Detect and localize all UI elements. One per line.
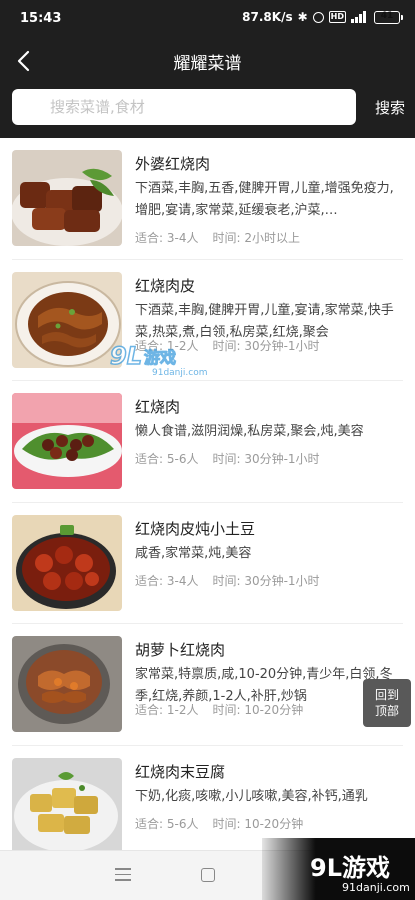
recipe-image [12,393,122,489]
recipe-tags: 下奶,化痰,咳嗽,小儿咳嗽,美容,补钙,通乳 [135,788,368,804]
watermark-corner-logo: 9L游戏 [310,854,390,882]
recipe-image [12,514,122,611]
menu-icon[interactable] [115,868,131,885]
status-bar: 15:43 87.8K/s ✱ HD 41 [0,0,415,38]
status-icons: 87.8K/s ✱ HD 41 [242,10,403,24]
recipe-name: 外婆红烧肉 [135,155,211,173]
recipe-meta: 适合: 5-6人 时间: 10-20分钟 [135,815,303,832]
search-input[interactable] [12,89,356,125]
recipe-name: 红烧肉皮 [135,276,196,295]
recipe-time: 时间: 10-20分钟 [212,816,304,831]
watermark-corner: 9L游戏 91danji.com [262,838,415,900]
title-bar: 耀耀菜谱 [0,38,415,84]
recipe-item[interactable]: 红烧肉皮炖小土豆 咸香,家常菜,炖,美容 适合: 3-4人 时间: 30分钟-1… [12,503,403,624]
signal-icon [351,11,369,23]
watermark-url: 91danji.com [152,368,208,378]
watermark-name: 游戏 [143,348,177,368]
recipe-servings: 适合: 3-4人 [135,231,199,245]
recipe-time: 时间: 10-20分钟 [212,703,304,717]
recipe-image [12,757,122,850]
recipe-time: 时间: 30分钟-1小时 [212,573,320,588]
bluetooth-icon: ✱ [297,10,308,24]
recipe-time: 时间: 2小时以上 [212,231,300,245]
recipe-servings: 适合: 5-6人 [135,452,199,466]
status-time: 15:43 [20,11,62,26]
back-to-top-line2: 顶部 [374,704,399,718]
recipe-tags: 懒人食谱,滋阴润燥,私房菜,聚会,炖,美容 [135,424,364,439]
recipe-name: 红烧肉 [135,398,181,416]
recipe-tags: 咸香,家常菜,炖,美容 [135,545,252,561]
recipe-tags: 下酒菜,丰胸,五香,健脾开胃,儿童,增强免疫力,增肥,宴请,家常菜,延缓衰老,沪… [135,181,394,218]
recipe-meta: 适合: 3-4人 时间: 2小时以上 [135,229,300,246]
recipe-item[interactable]: 外婆红烧肉 下酒菜,丰胸,五香,健脾开胃,儿童,增强免疫力,增肥,宴请,家常菜,… [12,138,403,260]
watermark-corner-url: 91danji.com [342,881,410,894]
recipe-name: 红烧肉末豆腐 [135,762,226,781]
recipe-time: 时间: 30分钟-1小时 [212,452,320,466]
recipe-item[interactable]: 红烧肉皮 下酒菜,丰胸,健脾开胃,儿童,宴请,家常菜,快手菜,热菜,煮,白领,私… [12,260,403,381]
recipe-meta: 适合: 3-4人 时间: 30分钟-1小时 [135,572,320,589]
hd-icon: HD [328,11,346,23]
recipe-image [12,636,122,732]
network-speed: 87.8K/s [242,10,293,24]
battery-level: 41 [380,10,394,21]
home-icon[interactable] [201,868,215,882]
recipe-item[interactable]: 红烧肉 懒人食谱,滋阴润燥,私房菜,聚会,炖,美容 适合: 5-6人 时间: 3… [12,381,403,503]
back-to-top-button[interactable]: 回到 顶部 [363,679,411,727]
recipe-meta: 适合: 1-2人 时间: 10-20分钟 [135,701,303,718]
back-to-top-line1: 回到 [374,688,399,702]
search-bar: 搜索 [0,84,415,138]
recipe-meta: 适合: 5-6人 时间: 30分钟-1小时 [135,450,320,467]
recipe-list[interactable]: 外婆红烧肉 下酒菜,丰胸,五香,健脾开胃,儿童,增强免疫力,增肥,宴请,家常菜,… [0,138,415,850]
recipe-name: 红烧肉皮炖小土豆 [135,519,256,538]
recipe-servings: 适合: 5-6人 [135,816,199,831]
search-button[interactable]: 搜索 [375,97,405,118]
recipe-item[interactable]: 红烧肉末豆腐 下奶,化痰,咳嗽,小儿咳嗽,美容,补钙,通乳 适合: 5-6人 时… [12,746,403,850]
page-title: 耀耀菜谱 [173,54,242,74]
recipe-time: 时间: 30分钟-1小时 [212,338,320,353]
recipe-servings: 适合: 1-2人 [135,703,199,717]
alarm-icon [312,11,324,23]
recipe-servings: 适合: 3-4人 [135,573,199,588]
battery-icon: 41 [374,10,403,24]
recipe-image [12,150,122,246]
recipe-image [12,271,122,368]
recipe-name: 胡萝卜红烧肉 [135,641,226,659]
watermark-logo: 9L [109,341,143,371]
recipe-item[interactable]: 胡萝卜红烧肉 家常菜,特禀质,咸,10-20分钟,青少年,白领,冬季,红烧,养颜… [12,624,403,746]
watermark-center: 9L 游戏 91danji.com [109,341,207,378]
